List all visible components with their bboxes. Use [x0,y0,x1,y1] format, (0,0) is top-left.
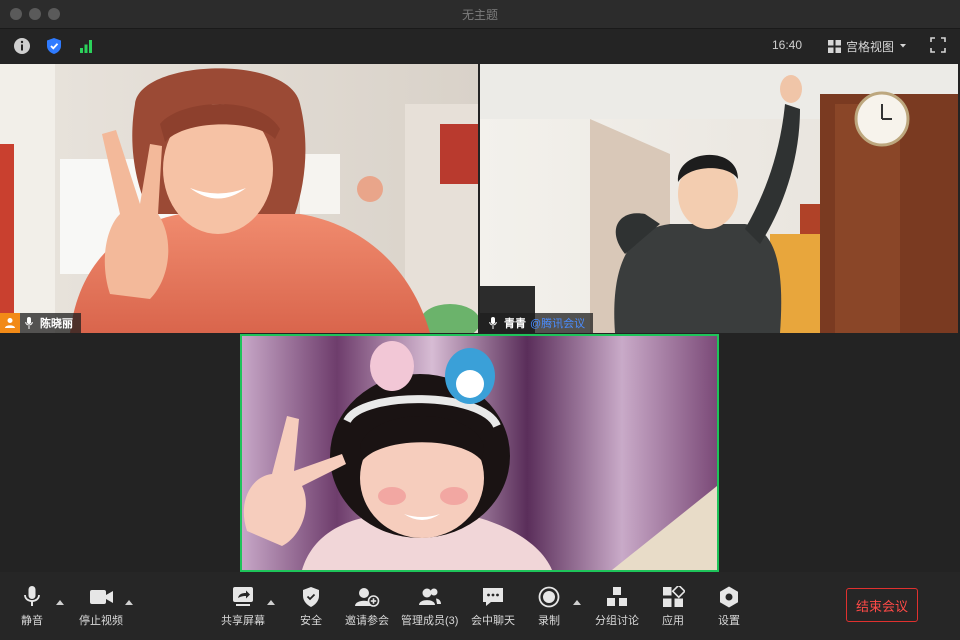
security-shield-icon[interactable] [44,36,64,56]
meeting-toolbar: 静音 停止视频 共享屏幕 安全 邀请参会 管理成员(3) 会中聊天 录制 分组讨… [0,572,960,640]
share-screen-label: 共享屏幕 [221,615,265,627]
end-meeting-button[interactable]: 结束会议 [846,588,918,622]
meeting-info-bar: 16:40 宫格视图 [0,29,960,63]
mic-on-icon [484,313,502,333]
meeting-window: 无主题 16:40 宫格视图 陈晓丽 青青 @腾讯会议 静音 停止视频 共享屏幕… [0,0,960,640]
apps-button[interactable]: 应用 [661,586,685,628]
share-screen-icon [233,587,253,606]
record-options-caret[interactable] [573,600,581,605]
manage-participants-button[interactable]: 管理成员(3) [401,586,458,628]
mute-button[interactable]: 静音 [20,586,44,628]
mic-on-icon [20,313,38,333]
mute-label: 静音 [21,615,43,627]
window-title: 无主题 [461,8,498,22]
microphone-icon [24,586,40,606]
chat-button[interactable]: 会中聊天 [471,586,515,628]
breakout-rooms-icon [607,587,627,606]
participants-icon [418,588,441,605]
participant-video-2[interactable]: 青青 @腾讯会议 [480,64,958,333]
title-bar: 无主题 [0,0,960,29]
breakout-rooms-label: 分组讨论 [595,615,639,627]
participant-video-3-active-speaker[interactable] [240,334,719,572]
stop-video-label: 停止视频 [79,615,123,627]
host-badge-icon [0,313,20,333]
security-button[interactable]: 安全 [299,586,323,628]
audio-options-caret[interactable] [56,600,64,605]
participant-name: 陈晓丽 [40,318,73,330]
shield-icon [303,587,319,607]
breakout-rooms-button[interactable]: 分组讨论 [595,586,639,628]
signal-strength-icon[interactable] [76,36,96,56]
participant-name: 青青 [504,318,526,330]
share-options-caret[interactable] [267,600,275,605]
video-camera-icon [90,590,113,604]
record-button[interactable]: 录制 [537,586,561,628]
gear-icon [720,586,738,608]
participant-nameplate: 青青 @腾讯会议 [480,313,594,333]
video-options-caret[interactable] [125,600,133,605]
record-icon [538,586,560,608]
participant-organization: @腾讯会议 [530,318,586,330]
meeting-clock: 16:40 [772,38,803,52]
fullscreen-icon[interactable] [930,37,948,55]
video-frame-scene [242,336,717,570]
settings-button[interactable]: 设置 [717,586,741,628]
share-screen-button[interactable]: 共享屏幕 [221,586,265,628]
view-mode-label: 宫格视图 [846,39,895,54]
apps-label: 应用 [662,615,684,627]
apps-grid-icon [663,586,685,607]
manage-participants-label: 管理成员(3) [401,615,459,627]
invite-button[interactable]: 邀请参会 [345,586,389,628]
video-frame-scene [480,64,958,333]
chat-label: 会中聊天 [471,615,515,627]
view-mode-selector[interactable]: 宫格视图 [828,35,907,57]
invite-label: 邀请参会 [345,615,389,627]
stop-video-button[interactable]: 停止视频 [79,586,123,628]
chevron-down-icon [900,44,907,48]
grid-icon [828,39,841,53]
chat-bubble-icon [483,588,503,606]
security-label: 安全 [300,615,322,627]
participant-video-1[interactable]: 陈晓丽 [0,64,478,333]
info-icon[interactable] [12,36,32,56]
record-label: 录制 [538,615,560,627]
participant-nameplate: 陈晓丽 [0,313,81,333]
settings-label: 设置 [718,615,740,627]
add-user-icon [355,588,380,607]
video-frame-scene [0,64,478,333]
